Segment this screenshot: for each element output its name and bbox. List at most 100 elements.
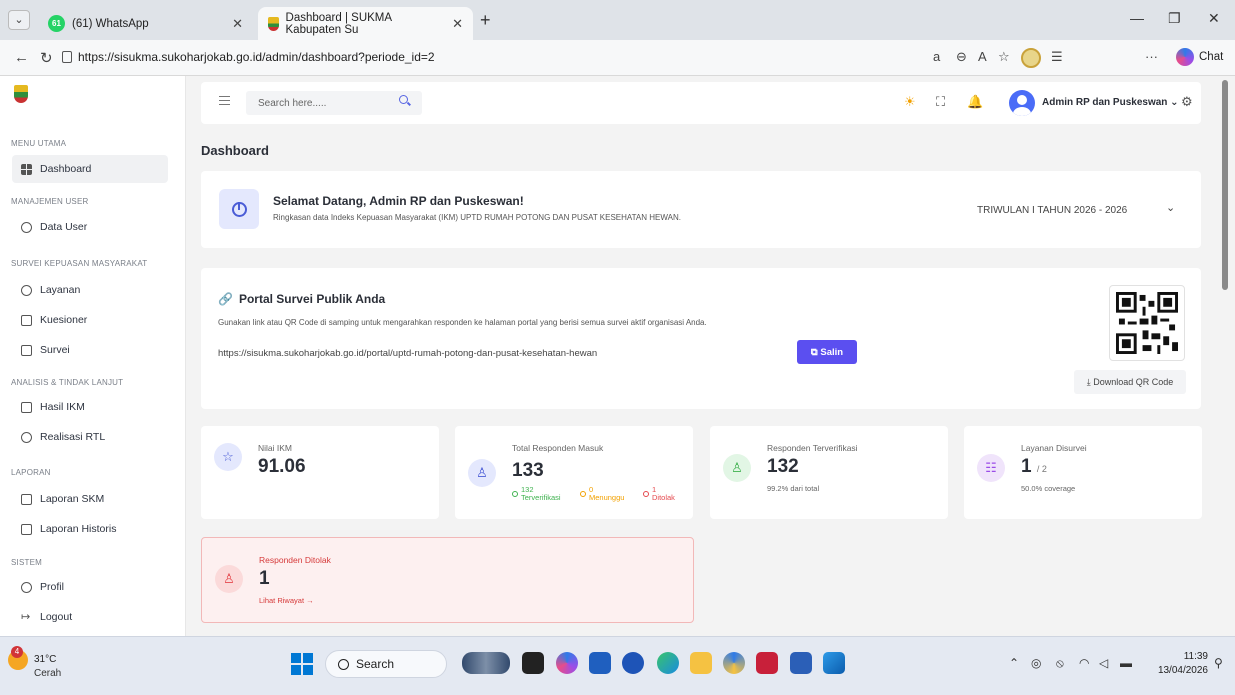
verified-count: 132 Terverifikasi	[512, 486, 561, 502]
sidebar-item-label: Logout	[40, 611, 73, 623]
menu-toggle-icon[interactable]	[219, 96, 230, 105]
widgets-icon[interactable]	[462, 652, 510, 674]
sidebar-item-kuesioner[interactable]: Kuesioner	[12, 306, 168, 334]
hp-icon[interactable]	[622, 652, 644, 674]
tab-dashboard[interactable]: Dashboard | SUKMA Kabupaten Su ✕	[258, 7, 473, 40]
weather-condition[interactable]: Cerah	[34, 668, 61, 679]
store-icon[interactable]	[589, 652, 611, 674]
sidebar-section-label: SURVEI KEPUASAN MASYARAKAT	[11, 259, 148, 268]
file-explorer-icon[interactable]	[690, 652, 712, 674]
system-clock[interactable]: 11:39 13/04/2026	[1148, 650, 1208, 678]
search-input[interactable]	[246, 91, 422, 115]
services-value: 1	[1021, 456, 1032, 477]
search-icon[interactable]	[399, 95, 408, 104]
new-tab-plus-icon[interactable]: +	[480, 10, 491, 31]
edge-icon[interactable]	[657, 652, 679, 674]
translate-icon[interactable]: a	[933, 49, 940, 64]
copy-label: Salin	[820, 346, 844, 358]
history-link[interactable]: Lihat Riwayat →	[259, 596, 314, 605]
waiting-label: Menunggu	[589, 493, 625, 502]
fullscreen-icon[interactable]: ⛶	[936, 95, 945, 108]
close-icon[interactable]: ✕	[232, 16, 243, 32]
check-circle-icon	[512, 491, 518, 497]
windows-start-icon[interactable]	[291, 653, 313, 675]
qr-code	[1109, 285, 1185, 361]
tray-chevron-up-icon[interactable]: ⌃	[1009, 656, 1019, 670]
sukoharjo-logo-icon	[268, 16, 279, 31]
stat-subtext: 50.0% coverage	[1021, 484, 1076, 493]
user-menu[interactable]: Admin RP dan Puskeswan ⌄	[1042, 97, 1179, 108]
more-options-icon[interactable]: ···	[1145, 49, 1158, 64]
sidebar-item-layanan[interactable]: Layanan	[12, 276, 168, 304]
tab-whatsapp[interactable]: 61 (61) WhatsApp ✕	[38, 7, 253, 40]
zoom-icon[interactable]: ⊖	[956, 49, 967, 65]
sidebar-item-logout[interactable]: ↦ Logout	[12, 603, 168, 631]
copilot-icon[interactable]	[1176, 48, 1194, 66]
notification-center-icon[interactable]: ⚲	[1214, 656, 1223, 670]
photos-icon[interactable]	[823, 652, 845, 674]
copy-button[interactable]: ⧉ Salin	[797, 340, 857, 364]
period-select[interactable]: TRIWULAN I TAHUN 2026 - 2026	[977, 205, 1127, 216]
read-aloud-icon[interactable]: A	[978, 49, 987, 64]
minimize-icon[interactable]: —	[1130, 10, 1144, 26]
task-view-icon[interactable]	[522, 652, 544, 674]
mcafee-icon[interactable]	[756, 652, 778, 674]
sidebar-item-survei[interactable]: Survei	[12, 336, 168, 364]
sidebar-item-label: Laporan SKM	[40, 493, 105, 505]
clock-time: 11:39	[1183, 651, 1208, 662]
settings-gear-icon[interactable]: ⚙	[1181, 95, 1193, 108]
sidebar-item-laporan-skm[interactable]: Laporan SKM	[12, 485, 168, 513]
sidebar: MENU UTAMA Dashboard MANAJEMEN USER Data…	[0, 76, 186, 636]
chrome-like-icon[interactable]	[723, 652, 745, 674]
window-close-icon[interactable]: ✕	[1208, 10, 1220, 27]
portal-url[interactable]: https://sisukma.sukoharjokab.go.id/porta…	[218, 348, 597, 359]
back-arrow-icon[interactable]: ←	[14, 49, 29, 66]
close-icon[interactable]: ✕	[452, 16, 463, 32]
copilot-app-icon[interactable]	[556, 652, 578, 674]
check-circle-icon	[21, 431, 32, 443]
sidebar-section-label: SISTEM	[11, 558, 42, 567]
sidebar-item-laporan-historis[interactable]: Laporan Historis	[12, 515, 168, 543]
main-content: ☀ ⛶ 🔔 Admin RP dan Puskeswan ⌄ ⚙ Dashboa…	[187, 76, 1218, 636]
refresh-icon[interactable]: ↻	[40, 49, 53, 67]
page-scrollbar[interactable]	[1222, 80, 1228, 290]
pie-chart-icon	[219, 189, 259, 229]
weather-temp[interactable]: 31°C	[34, 654, 56, 665]
sidebar-item-data-user[interactable]: Data User	[12, 213, 168, 241]
users-icon	[21, 221, 32, 233]
volume-icon[interactable]: ◁	[1099, 656, 1108, 670]
taskbar-search[interactable]: Search	[325, 650, 447, 678]
tray-bluetooth-icon[interactable]: ⦸	[1056, 656, 1064, 671]
address-bar[interactable]: https://sisukma.sukoharjokab.go.id/admin…	[78, 50, 435, 64]
rejected-label: Ditolak	[652, 493, 675, 502]
top-header: ☀ ⛶ 🔔 Admin RP dan Puskeswan ⌄ ⚙	[201, 82, 1201, 124]
sidebar-item-realisasi-rtl[interactable]: Realisasi RTL	[12, 423, 168, 451]
restore-icon[interactable]: ❐	[1168, 10, 1181, 27]
chat-label[interactable]: Chat	[1199, 51, 1223, 63]
theme-sun-icon[interactable]: ☀	[904, 95, 916, 108]
favorite-star-icon[interactable]: ☆	[998, 49, 1010, 65]
stat-card-verified: ♙ Responden Terverifikasi 132 99.2% dari…	[710, 426, 948, 519]
app-logo[interactable]	[14, 85, 28, 103]
favorites-list-icon[interactable]: ☰	[1051, 49, 1063, 65]
sidebar-item-dashboard[interactable]: Dashboard	[12, 155, 168, 183]
chevron-down-icon[interactable]: ⌄	[1166, 201, 1175, 214]
portal-description: Gunakan link atau QR Code di samping unt…	[218, 318, 707, 327]
sidebar-item-profil[interactable]: Profil	[12, 573, 168, 601]
extension-avatar-icon[interactable]	[1021, 48, 1041, 68]
tray-app-icon[interactable]: ◎	[1031, 656, 1041, 670]
site-info-icon[interactable]	[62, 51, 72, 63]
wifi-icon[interactable]: ◠	[1079, 656, 1089, 670]
tab-actions-chevron-icon[interactable]: ⌄	[8, 10, 30, 30]
notification-bell-icon[interactable]: 🔔	[967, 95, 983, 108]
stat-card-rejected: ♙ Responden Ditolak 1 Lihat Riwayat →	[201, 537, 694, 623]
sidebar-item-hasil-ikm[interactable]: Hasil IKM	[12, 393, 168, 421]
stat-label: Layanan Disurvei	[1021, 443, 1087, 453]
download-qr-button[interactable]: ⤓ Download QR Code	[1074, 370, 1186, 394]
word-icon[interactable]	[790, 652, 812, 674]
verified-label: Terverifikasi	[521, 493, 561, 502]
sidebar-section-label: MENU UTAMA	[11, 139, 67, 148]
avatar[interactable]	[1009, 90, 1035, 116]
battery-icon[interactable]: ▬	[1120, 656, 1132, 670]
stat-value: 91.06	[258, 456, 306, 477]
